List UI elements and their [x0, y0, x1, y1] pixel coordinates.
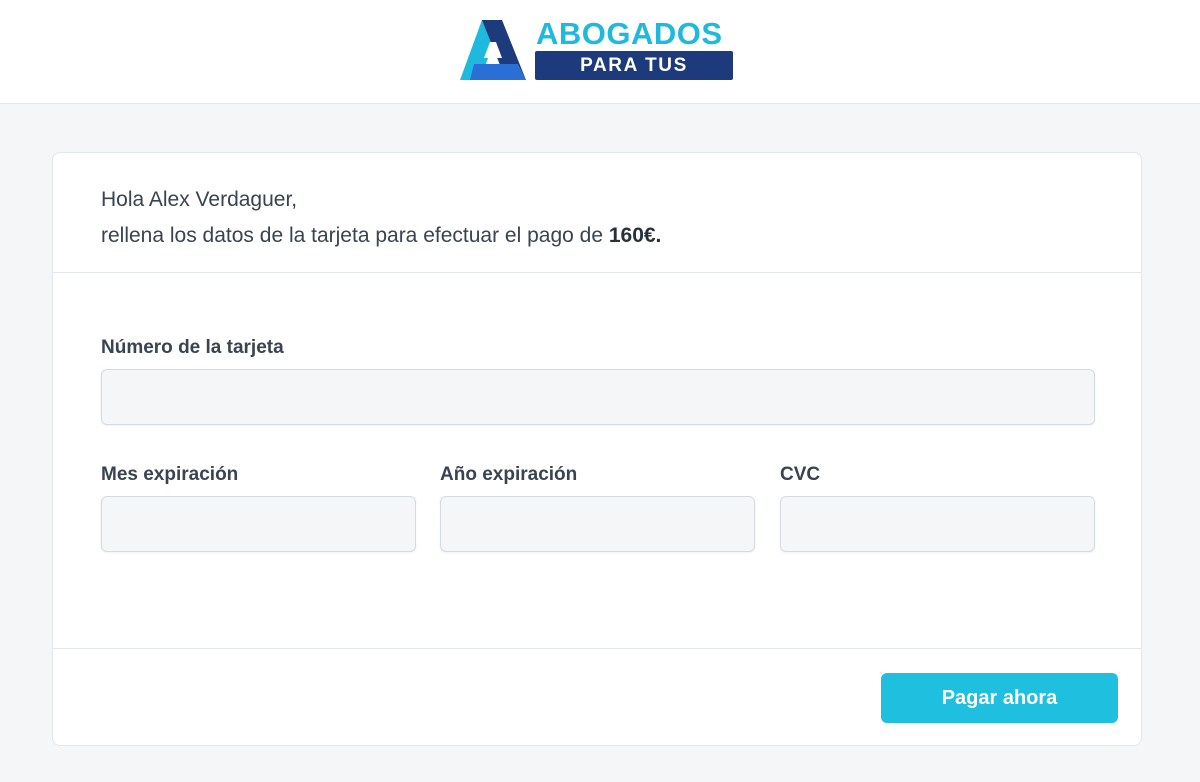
- greeting-line-2: rellena los datos de la tarjeta para efe…: [101, 218, 661, 254]
- pay-now-button[interactable]: Pagar ahora: [881, 673, 1118, 723]
- card-number-label: Número de la tarjeta: [101, 337, 284, 358]
- payment-card-header: Hola Alex Verdaguer, rellena los datos d…: [53, 153, 1141, 273]
- brand-logo[interactable]: ABOGADOS PARA TUS DEUDAS: [460, 16, 736, 105]
- exp-year-label: Año expiración: [440, 464, 578, 485]
- payment-card: Hola Alex Verdaguer, rellena los datos d…: [52, 152, 1142, 746]
- exp-month-label: Mes expiración: [101, 464, 239, 485]
- brand-name-top: ABOGADOS: [536, 16, 723, 51]
- top-header: ABOGADOS PARA TUS DEUDAS: [0, 0, 1200, 105]
- exp-month-input[interactable]: [101, 496, 416, 552]
- logo-a-icon: [460, 20, 526, 80]
- payment-amount: 160€.: [608, 224, 662, 247]
- cvc-input[interactable]: [780, 496, 1095, 552]
- greeting-line-2-text: rellena los datos de la tarjeta para efe…: [101, 224, 609, 247]
- cvc-label: CVC: [780, 464, 821, 485]
- footer-divider: [53, 648, 1141, 649]
- card-number-input[interactable]: [101, 369, 1095, 425]
- greeting-line-1: Hola Alex Verdaguer,: [101, 188, 298, 211]
- exp-year-input[interactable]: [440, 496, 755, 552]
- brand-name-bottom: PARA TUS DEUDAS: [535, 51, 733, 105]
- payment-greeting: Hola Alex Verdaguer, rellena los datos d…: [101, 182, 661, 254]
